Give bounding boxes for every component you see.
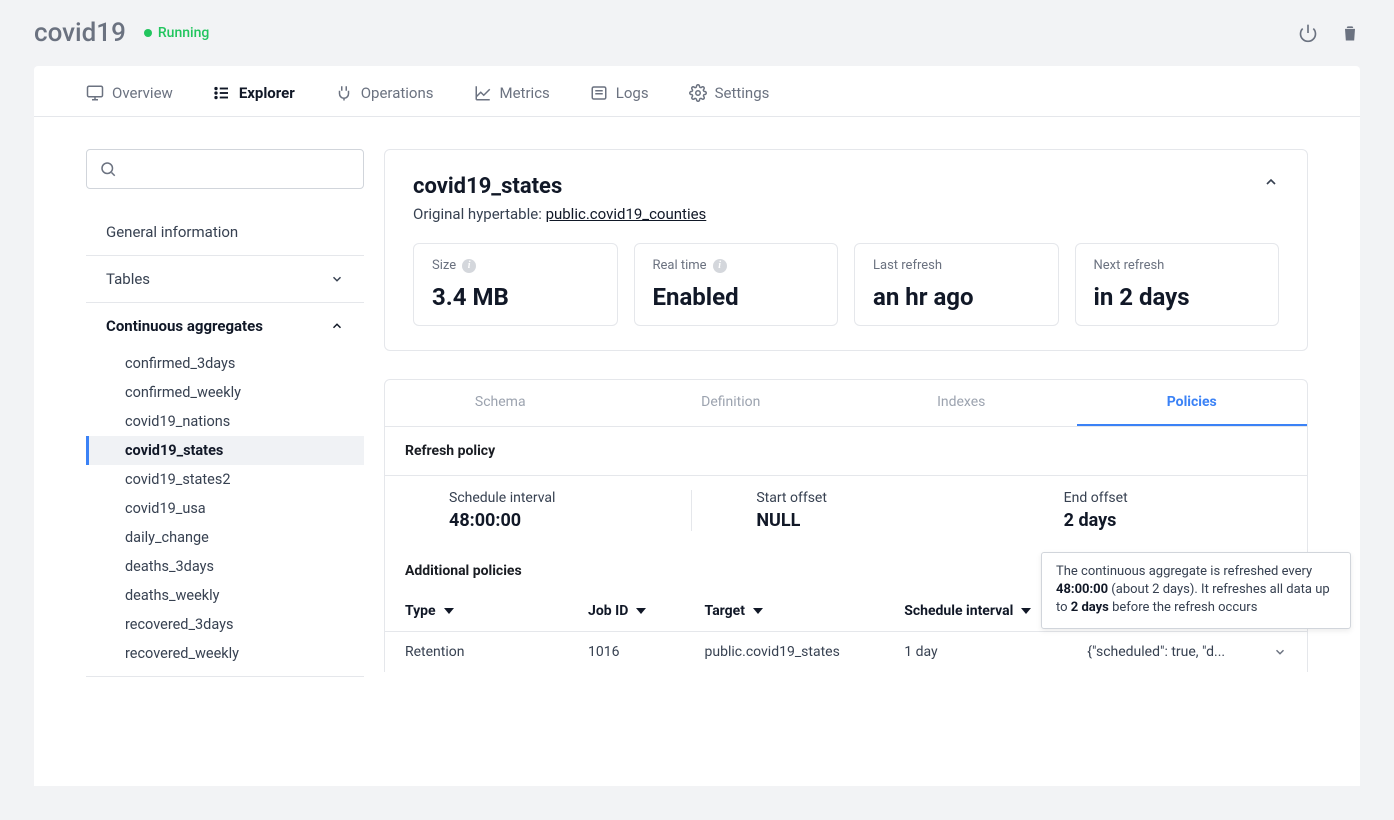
policies-panel: Schema Definition Indexes Policies Refre…: [384, 379, 1308, 672]
main-panel: Overview Explorer Operations Metrics Log…: [34, 66, 1360, 786]
nav-item[interactable]: confirmed_weekly: [86, 378, 364, 407]
nav-general[interactable]: General information: [86, 209, 364, 255]
cell-jobid: 1016: [588, 644, 705, 660]
status-badge: Running: [144, 25, 209, 41]
page-title: covid19_states: [413, 174, 706, 199]
main-tabs: Overview Explorer Operations Metrics Log…: [34, 66, 1360, 117]
cell-target: public.covid19_states: [705, 644, 905, 660]
th-type[interactable]: Type: [405, 603, 588, 619]
info-icon[interactable]: i: [713, 259, 727, 273]
cell-full[interactable]: {"scheduled": true, "d...: [1087, 644, 1287, 660]
chevron-down-icon: [330, 272, 344, 286]
logs-icon: [590, 84, 608, 102]
chevron-up-icon: [330, 319, 344, 333]
subtab-indexes[interactable]: Indexes: [846, 380, 1077, 426]
power-icon[interactable]: [1298, 23, 1318, 43]
stat-realtime: Real timei Enabled: [634, 243, 839, 326]
sort-down-icon: [1021, 606, 1031, 616]
th-target[interactable]: Target: [705, 603, 905, 619]
info-icon[interactable]: i: [462, 259, 476, 273]
sort-down-icon: [636, 606, 646, 616]
nav-item[interactable]: recovered_3days: [86, 610, 364, 639]
stat-size: Sizei 3.4 MB: [413, 243, 618, 326]
stat-value: 3.4 MB: [432, 283, 599, 311]
search-input[interactable]: [86, 149, 364, 189]
trash-icon[interactable]: [1340, 23, 1360, 43]
tab-metrics[interactable]: Metrics: [474, 84, 550, 116]
nav-item[interactable]: deaths_3days: [86, 552, 364, 581]
collapse-button[interactable]: [1263, 174, 1279, 194]
status-text: Running: [158, 25, 209, 41]
page-subtitle: Original hypertable: public.covid19_coun…: [413, 205, 706, 223]
tab-settings[interactable]: Settings: [689, 84, 770, 116]
table-row: Retention 1016 public.covid19_states 1 d…: [385, 631, 1307, 672]
hypertable-link[interactable]: public.covid19_counties: [546, 205, 707, 223]
chevron-down-icon: [1273, 645, 1287, 659]
policy-label: End offset: [1064, 490, 1287, 506]
stat-value: in 2 days: [1094, 283, 1261, 311]
policy-value: NULL: [756, 510, 979, 531]
subtab-schema[interactable]: Schema: [385, 380, 616, 426]
search-field[interactable]: [125, 161, 351, 177]
nav-item[interactable]: daily_change: [86, 523, 364, 552]
nav-items: confirmed_3days confirmed_weekly covid19…: [86, 349, 364, 676]
policy-label: Schedule interval: [449, 490, 671, 506]
nav-item[interactable]: confirmed_3days: [86, 349, 364, 378]
stat-value: Enabled: [653, 283, 820, 311]
sub-tabs: Schema Definition Indexes Policies: [385, 380, 1307, 427]
subtab-definition[interactable]: Definition: [616, 380, 847, 426]
policy-value: 48:00:00: [449, 510, 671, 531]
list-icon: [213, 84, 231, 102]
stat-grid: Sizei 3.4 MB Real timei Enabled Last ref…: [413, 243, 1279, 326]
gear-icon: [689, 84, 707, 102]
chevron-up-icon: [1263, 174, 1279, 190]
tab-overview[interactable]: Overview: [86, 84, 173, 116]
policy-value: 2 days: [1064, 510, 1287, 531]
policy-label: Start offset: [756, 490, 979, 506]
search-icon: [99, 160, 117, 178]
refresh-policy-row: Schedule interval 48:00:00 Start offset …: [385, 476, 1307, 545]
cell-type: Retention: [405, 644, 588, 660]
nav-continuous-aggregates[interactable]: Continuous aggregates: [86, 303, 364, 349]
stat-last-refresh: Last refresh an hr ago: [854, 243, 1059, 326]
nav-item[interactable]: covid19_nations: [86, 407, 364, 436]
sort-down-icon: [753, 606, 763, 616]
plug-icon: [335, 84, 353, 102]
th-jobid[interactable]: Job ID: [588, 603, 705, 619]
cell-interval: 1 day: [904, 644, 1087, 660]
detail-card: covid19_states Original hypertable: publ…: [384, 149, 1308, 351]
nav-tables[interactable]: Tables: [86, 256, 364, 302]
refresh-policy-heading: Refresh policy: [385, 427, 1307, 476]
tab-operations[interactable]: Operations: [335, 84, 434, 116]
tab-explorer[interactable]: Explorer: [213, 84, 295, 116]
nav-item[interactable]: deaths_weekly: [86, 581, 364, 610]
sort-down-icon: [444, 606, 454, 616]
tooltip: The continuous aggregate is refreshed ev…: [1041, 552, 1351, 629]
tab-logs[interactable]: Logs: [590, 84, 649, 116]
sidebar: General information Tables Continuous ag…: [86, 149, 364, 677]
nav-item[interactable]: covid19_states2: [86, 465, 364, 494]
nav-item[interactable]: covid19_usa: [86, 494, 364, 523]
app-header: covid19 Running: [0, 0, 1394, 66]
main-content: covid19_states Original hypertable: publ…: [384, 149, 1308, 677]
chart-icon: [474, 84, 492, 102]
subtab-policies[interactable]: Policies: [1077, 380, 1308, 426]
nav-item[interactable]: recovered_weekly: [86, 639, 364, 668]
app-title: covid19: [34, 18, 126, 48]
stat-next-refresh: Next refresh in 2 days: [1075, 243, 1280, 326]
nav-item-selected[interactable]: covid19_states: [86, 436, 364, 465]
monitor-icon: [86, 84, 104, 102]
status-dot-icon: [144, 29, 152, 37]
stat-value: an hr ago: [873, 283, 1040, 311]
